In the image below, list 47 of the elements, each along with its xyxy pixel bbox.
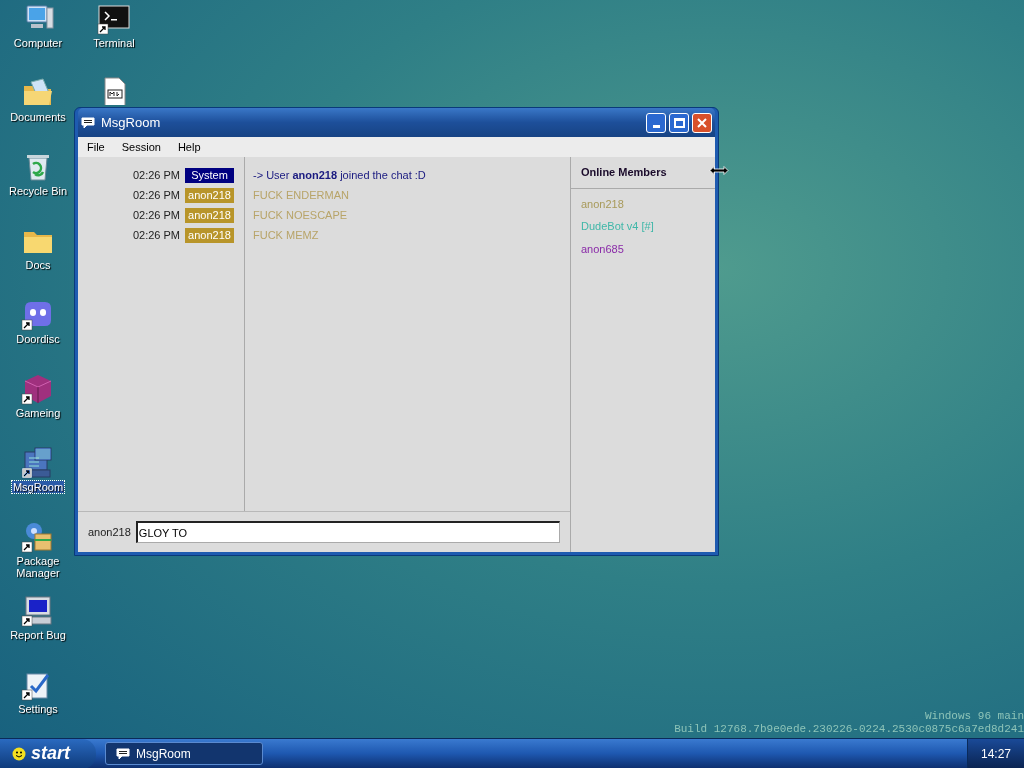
message-text: FUCK NOESCAPE <box>253 207 349 223</box>
message-time: 02:26 PM <box>132 227 180 243</box>
message-text: -> User anon218 joined the chat :D <box>253 167 427 183</box>
clock: 14:27 <box>981 745 1011 763</box>
chat-icon <box>116 747 130 760</box>
member-name[interactable]: anon685 <box>581 240 705 257</box>
desktop-icon-label[interactable]: Documents <box>9 111 67 123</box>
taskbar-button[interactable]: MsgRoom <box>105 742 263 765</box>
sender-badge: anon218 <box>185 227 234 243</box>
desktop-icon-label[interactable]: Doordisc <box>15 333 61 345</box>
message-text: FUCK MEMZ <box>253 227 320 243</box>
message-input[interactable]: GLOY TO <box>135 521 560 543</box>
desktop-icon-label[interactable]: Report Bug <box>9 629 67 641</box>
build-info-text: Build 12768.7b9e0ede.230226-0224.2530c0875c6a7ed8d241 <box>674 723 1024 736</box>
sender-badge: anon218 <box>185 187 234 203</box>
close-icon <box>697 117 707 128</box>
sender-badge: System <box>185 167 234 183</box>
desktop-icon-label[interactable]: Settings <box>17 703 59 715</box>
window-title: MsgRoom <box>101 113 161 132</box>
start-button[interactable]: start <box>0 738 96 768</box>
chat-icon <box>81 116 95 129</box>
desktop-icon-label[interactable]: Gameing <box>14 407 62 419</box>
build-info-text: Windows 96 main <box>924 710 1024 723</box>
menu-item[interactable]: Session <box>121 138 161 156</box>
sender-badge: anon218 <box>185 207 234 223</box>
menu-item[interactable]: File <box>87 138 105 156</box>
resize-cursor-icon <box>709 165 729 176</box>
minimize-button[interactable] <box>646 112 666 133</box>
input-label: anon218 <box>88 524 131 540</box>
message-time: 02:26 PM <box>132 207 180 223</box>
desktop-icon-label[interactable]: Package Manager <box>0 555 76 579</box>
desktop-icon-label[interactable]: Terminal <box>92 37 136 49</box>
monitor-icon[interactable] <box>21 594 55 628</box>
desktop-icon-label[interactable]: Recycle Bin <box>7 185 69 197</box>
desktop-icon-label[interactable]: Computer <box>12 37 64 49</box>
msgroom-icon[interactable] <box>21 446 55 480</box>
terminal-icon[interactable] <box>97 2 131 36</box>
menu-item[interactable]: Help <box>177 138 201 156</box>
desktop-icon-label[interactable]: Docs <box>24 259 52 271</box>
message-time: 02:26 PM <box>132 187 180 203</box>
message-text: FUCK ENDERMAN <box>253 187 350 203</box>
maximize-button[interactable] <box>669 112 689 133</box>
desktop-icon-label[interactable]: MsgRoom <box>11 481 65 493</box>
message-time: 02:26 PM <box>132 167 180 183</box>
package-icon[interactable] <box>21 520 55 554</box>
close-button[interactable] <box>692 112 712 133</box>
smiley-icon <box>12 746 26 761</box>
